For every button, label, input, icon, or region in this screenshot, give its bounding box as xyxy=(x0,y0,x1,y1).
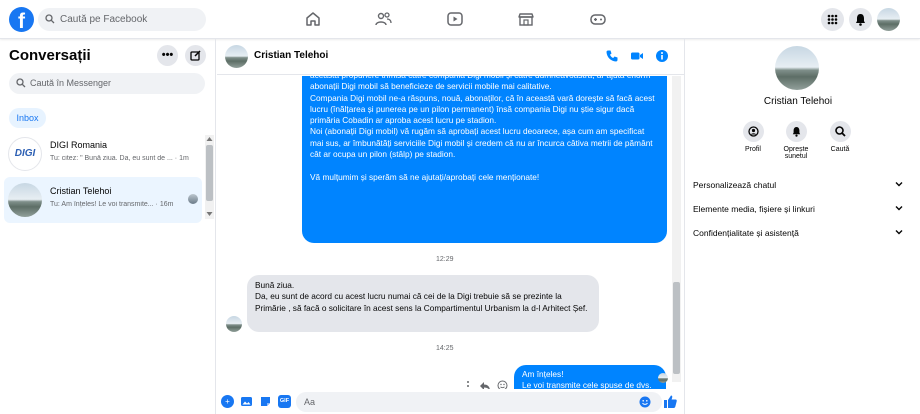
chat-header: Cristian Telehoi xyxy=(217,39,684,75)
media-files-links-section[interactable]: Elemente media, fișiere și linkuri xyxy=(693,204,903,214)
chat-contact-name[interactable]: Cristian Telehoi xyxy=(254,50,328,61)
search-label: Caută xyxy=(830,146,850,153)
timestamp: 12:29 xyxy=(436,256,454,263)
facebook-logo[interactable]: f xyxy=(9,7,34,32)
more-actions-icon[interactable] xyxy=(466,380,470,389)
details-avatar[interactable] xyxy=(775,46,819,90)
info-icon[interactable] xyxy=(655,49,669,63)
conversation-name: DIGI Romania xyxy=(50,140,108,150)
media-files-links-label: Elemente media, fișiere și linkuri xyxy=(693,204,815,214)
video-call-icon[interactable] xyxy=(630,49,644,63)
scroll-down-icon[interactable] xyxy=(206,211,213,217)
profile-label: Profil xyxy=(745,146,761,153)
facebook-search-input[interactable]: Caută pe Facebook xyxy=(38,8,206,31)
bell-icon xyxy=(785,121,807,142)
message-composer: + GIF Aa xyxy=(217,391,684,414)
notifications-icon xyxy=(856,14,865,26)
more-icon: ••• xyxy=(161,49,174,61)
mute-button[interactable]: Oprește sunetul xyxy=(774,121,818,160)
chat-scrollbar-thumb[interactable] xyxy=(673,282,680,374)
conversation-avatar: DIGI xyxy=(8,137,42,171)
chevron-down-icon xyxy=(895,206,903,211)
seen-avatar xyxy=(658,373,668,383)
conversation-name: Cristian Telehoi xyxy=(50,186,112,196)
conversation-snippet: Tu: Am înțeles! Le voi transmite... · 16… xyxy=(50,201,174,208)
profile-button[interactable]: Profil xyxy=(731,121,775,153)
new-message-button[interactable] xyxy=(185,45,206,66)
like-icon[interactable] xyxy=(663,394,678,409)
message-input-placeholder: Aa xyxy=(304,397,316,407)
message-list: această propunere trimisă către compania… xyxy=(217,76,672,389)
search-conversation-button[interactable]: Caută xyxy=(818,121,862,153)
photo-icon[interactable] xyxy=(240,395,253,408)
gif-icon[interactable]: GIF xyxy=(278,395,291,408)
conversation-item[interactable]: DIGI DIGI Romania Tu: citez: " Bună ziua… xyxy=(4,131,202,177)
options-button[interactable]: ••• xyxy=(157,45,178,66)
search-icon xyxy=(16,78,26,88)
message-bubble-sent[interactable]: Am înțeles! Le voi transmite cele spuse … xyxy=(514,365,666,389)
sidebar-title: Conversații xyxy=(9,47,91,64)
gaming-icon[interactable] xyxy=(588,9,608,29)
mute-label: Oprește sunetul xyxy=(783,146,809,160)
message-bubble-sent[interactable]: această propunere trimisă către compania… xyxy=(302,76,667,243)
emoji-icon[interactable] xyxy=(639,396,651,408)
scroll-up-icon[interactable] xyxy=(206,136,213,142)
conversation-details-panel: Cristian Telehoi Profil Oprește sunetul … xyxy=(684,39,920,414)
chevron-down-icon xyxy=(895,230,903,235)
profile-icon xyxy=(742,121,764,142)
privacy-support-label: Confidențialitate și asistență xyxy=(693,228,799,238)
friends-icon[interactable] xyxy=(373,9,393,29)
conversations-sidebar: Conversații ••• Caută în Messenger Inbox… xyxy=(0,39,216,414)
facebook-search-placeholder: Caută pe Facebook xyxy=(60,14,148,25)
message-input[interactable]: Aa xyxy=(296,392,662,412)
plus-icon: + xyxy=(225,397,230,406)
search-icon xyxy=(829,121,851,142)
account-avatar[interactable] xyxy=(877,8,900,31)
customize-chat-section[interactable]: Personalizează chatul xyxy=(693,180,903,190)
chevron-down-icon xyxy=(895,182,903,187)
compose-icon xyxy=(190,50,201,61)
message-text: Am înțeles! Le voi transmite cele spuse … xyxy=(522,369,652,389)
notifications-button[interactable] xyxy=(849,8,872,31)
sender-avatar xyxy=(226,316,242,332)
timestamp: 14:25 xyxy=(436,345,454,352)
message-bubble-received[interactable]: Bună ziua. Da, eu sunt de acord cu acest… xyxy=(247,275,599,332)
customize-chat-label: Personalizează chatul xyxy=(693,180,777,190)
seen-avatar xyxy=(188,194,198,204)
privacy-support-section[interactable]: Confidențialitate și asistență xyxy=(693,228,903,238)
details-contact-name: Cristian Telehoi xyxy=(763,96,833,107)
chat-scrollbar[interactable] xyxy=(672,76,681,382)
message-text: Bună ziua. Da, eu sunt de acord cu acest… xyxy=(255,280,588,313)
sidebar-scrollbar-thumb[interactable] xyxy=(206,145,213,201)
top-navigation-bar: f Caută pe Facebook xyxy=(0,0,920,39)
conversation-avatar xyxy=(8,183,42,217)
reply-icon[interactable] xyxy=(479,380,491,389)
search-icon xyxy=(45,14,55,24)
marketplace-icon[interactable] xyxy=(516,9,536,29)
chat-panel: Cristian Telehoi această propunere trimi… xyxy=(217,39,684,414)
home-icon[interactable] xyxy=(303,9,323,29)
menu-grid-button[interactable] xyxy=(821,8,844,31)
phone-icon[interactable] xyxy=(605,49,619,63)
messenger-search-input[interactable]: Caută în Messenger xyxy=(9,73,205,94)
sticker-icon[interactable] xyxy=(259,395,272,408)
watch-icon[interactable] xyxy=(445,9,465,29)
chat-contact-avatar[interactable] xyxy=(225,45,248,68)
menu-grid-icon xyxy=(827,14,838,25)
messenger-search-placeholder: Caută în Messenger xyxy=(30,78,112,88)
conversation-item-active[interactable]: Cristian Telehoi Tu: Am înțeles! Le voi … xyxy=(4,177,202,223)
react-emoji-icon[interactable] xyxy=(497,380,508,389)
more-options-button[interactable]: + xyxy=(221,395,234,408)
conversation-snippet: Tu: citez: " Bună ziua. Da, eu sunt de .… xyxy=(50,155,189,162)
sidebar-scrollbar[interactable] xyxy=(205,135,214,219)
message-text: această propunere trimisă către compania… xyxy=(310,76,655,182)
inbox-filter-button[interactable]: Inbox xyxy=(9,108,46,128)
